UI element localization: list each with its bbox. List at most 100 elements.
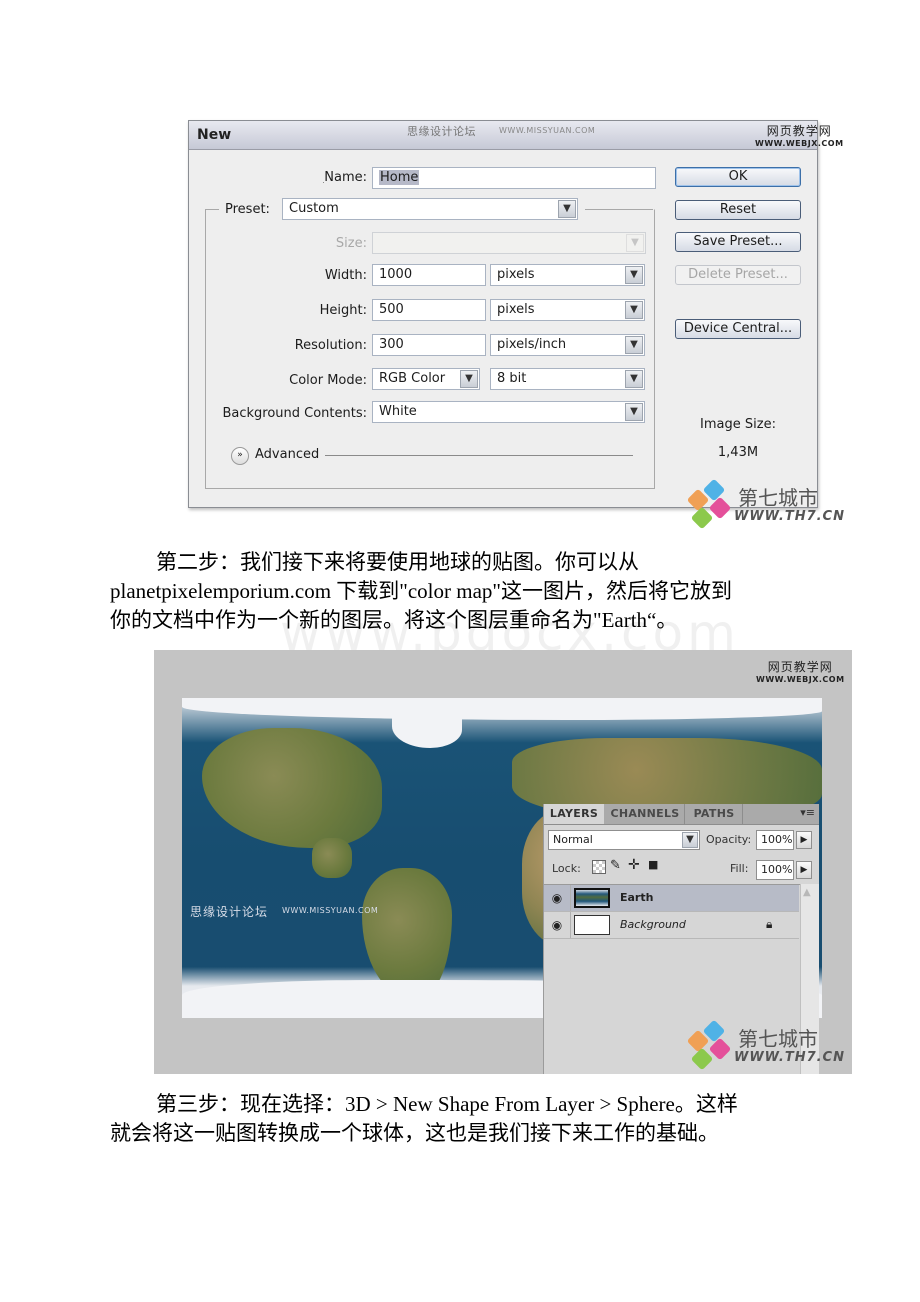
dialog-titlebar: New 思缘设计论坛 WWW.MISSYUAN.COM 网页教学网 WWW.WE… [189, 121, 843, 150]
greenland [392, 708, 462, 748]
lock-label: Lock: [552, 862, 581, 875]
chevron-down-icon: ▼ [682, 832, 698, 848]
chevron-down-icon: ▼ [625, 403, 643, 421]
delete-preset-button[interactable]: Delete Preset... [675, 265, 801, 285]
bg-contents-label: Background Contents: [222, 406, 367, 421]
triangle-right-icon: ▶ [800, 865, 808, 875]
resolution-unit-select[interactable]: pixels/inch ▼ [490, 334, 645, 356]
save-preset-button[interactable]: Save Preset... [675, 232, 801, 252]
fill-label: Fill: [730, 862, 749, 875]
preset-value: Custom [289, 201, 339, 216]
bg-contents-select[interactable]: White ▼ [372, 401, 645, 423]
tab-paths[interactable]: PATHS [686, 804, 743, 824]
opacity-slider-button[interactable]: ▶ [796, 831, 812, 849]
layers-panel-tabs: LAYERS CHANNELS PATHS ▾≡ [544, 804, 819, 825]
chevron-down-icon: ▼ [460, 370, 478, 388]
logo-text-url: WWW.TH7.CN [734, 1050, 845, 1065]
chevron-down-icon: ▼ [558, 200, 576, 218]
group-edge-right [585, 209, 653, 210]
name-value: Home [379, 170, 420, 185]
bg-contents-value: White [379, 404, 417, 419]
scroll-up-icon[interactable]: ▲ [803, 887, 811, 898]
new-document-dialog: New 思缘设计论坛 WWW.MISSYUAN.COM 网页教学网 WWW.WE… [188, 120, 843, 508]
ok-button[interactable]: OK [675, 167, 801, 187]
resolution-unit-value: pixels/inch [497, 337, 567, 352]
double-chevron-down-icon: » [237, 450, 243, 460]
color-mode-label: Color Mode: [289, 373, 367, 388]
advanced-divider [325, 455, 633, 456]
name-label: NName: [269, 170, 367, 185]
chevron-down-icon: ▼ [625, 266, 643, 284]
lock-icon: 🔒︎ [766, 917, 773, 931]
panel-menu-icon[interactable]: ▾≡ [800, 806, 815, 819]
visibility-eye-icon[interactable]: ◉ [544, 885, 571, 911]
watermark-webjx-cn: 网页教学网 [766, 124, 832, 138]
height-unit-value: pixels [497, 302, 535, 317]
th7-logo-watermark: 第七城市 WWW.TH7.CN [686, 1019, 856, 1083]
layer-row-earth[interactable]: ◉ Earth [544, 885, 799, 912]
blend-mode-select[interactable]: Normal ▼ [548, 830, 700, 850]
logo-text-url: WWW.TH7.CN [734, 509, 845, 524]
step3-line1: 第三步：现在选择：3D > New Shape From Layer > Sph… [156, 1092, 738, 1116]
lock-all-icon[interactable]: ■ [648, 858, 658, 871]
watermark-missyuan-url: WWW.MISSYUAN.COM [499, 126, 596, 135]
resolution-value: 300 [379, 337, 404, 352]
width-input[interactable]: 1000 [372, 264, 486, 286]
layer-name: Background [620, 918, 686, 931]
th7-logo-watermark: 第七城市 WWW.TH7.CN [686, 478, 856, 542]
reset-button[interactable]: Reset [675, 200, 801, 220]
width-unit-value: pixels [497, 267, 535, 282]
width-value: 1000 [379, 267, 413, 282]
lock-brush-icon[interactable]: ✎ [610, 858, 621, 873]
name-label-text: Name: [324, 170, 367, 185]
tab-layers[interactable]: LAYERS [544, 804, 604, 824]
color-mode-select[interactable]: RGB Color ▼ [372, 368, 480, 390]
dialog-title: New [197, 127, 232, 143]
blend-mode-value: Normal [553, 833, 593, 846]
north-america [202, 728, 382, 848]
width-unit-select[interactable]: pixels ▼ [490, 264, 645, 286]
name-input[interactable]: Home [372, 167, 656, 189]
watermark-webjx-url: WWW.WEBJX.COM [756, 675, 845, 684]
step2-line2: planetpixelemporium.com 下载到"color map"这一… [110, 579, 732, 603]
logo-text-cn: 第七城市 [738, 486, 818, 510]
fill-input[interactable]: 100% [756, 860, 794, 880]
triangle-right-icon: ▶ [800, 835, 808, 845]
watermark-missyuan: 思缘设计论坛 [407, 125, 476, 138]
size-label: Size: [335, 236, 367, 251]
height-unit-select[interactable]: pixels ▼ [490, 299, 645, 321]
watermark-webjx-cn: 网页教学网 [767, 660, 833, 674]
central-america [312, 838, 352, 878]
device-central-button[interactable]: Device Central... [675, 319, 801, 339]
bit-depth-value: 8 bit [497, 371, 527, 386]
fill-slider-button[interactable]: ▶ [796, 861, 812, 879]
layer-thumbnail-background [574, 915, 610, 935]
tab-channels[interactable]: CHANNELS [606, 804, 685, 824]
opacity-label: Opacity: [706, 833, 752, 846]
chevron-down-icon: ▼ [625, 301, 643, 319]
step2-line1: 第二步：我们接下来将要使用地球的贴图。你可以从 [156, 550, 639, 574]
south-america [362, 868, 452, 998]
advanced-toggle-button[interactable]: » [231, 447, 249, 465]
chevron-down-icon: ▼ [626, 234, 644, 252]
opacity-input[interactable]: 100% [756, 830, 794, 850]
color-mode-value: RGB Color [379, 371, 446, 386]
lock-move-icon[interactable]: ✛ [628, 857, 640, 873]
resolution-input[interactable]: 300 [372, 334, 486, 356]
height-label: Height: [319, 303, 367, 318]
fill-value: 100% [761, 863, 793, 876]
image-size-label: Image Size: [700, 417, 776, 432]
watermark-webjx: 网页教学网 WWW.WEBJX.COM [755, 122, 844, 148]
resolution-label: Resolution: [294, 338, 367, 353]
advanced-label: Advanced [255, 447, 320, 462]
lock-transparent-icon[interactable] [592, 860, 606, 874]
size-select[interactable]: ▼ [372, 232, 646, 254]
preset-select[interactable]: Custom ▼ [282, 198, 578, 220]
height-input[interactable]: 500 [372, 299, 486, 321]
bit-depth-select[interactable]: 8 bit ▼ [490, 368, 645, 390]
visibility-eye-icon[interactable]: ◉ [544, 912, 571, 938]
layer-row-background[interactable]: ◉ Background 🔒︎ [544, 912, 799, 939]
watermark-missyuan: 思缘设计论坛 [190, 905, 269, 919]
image-size-value: 1,43M [717, 445, 759, 460]
chevron-down-icon: ▼ [625, 336, 643, 354]
